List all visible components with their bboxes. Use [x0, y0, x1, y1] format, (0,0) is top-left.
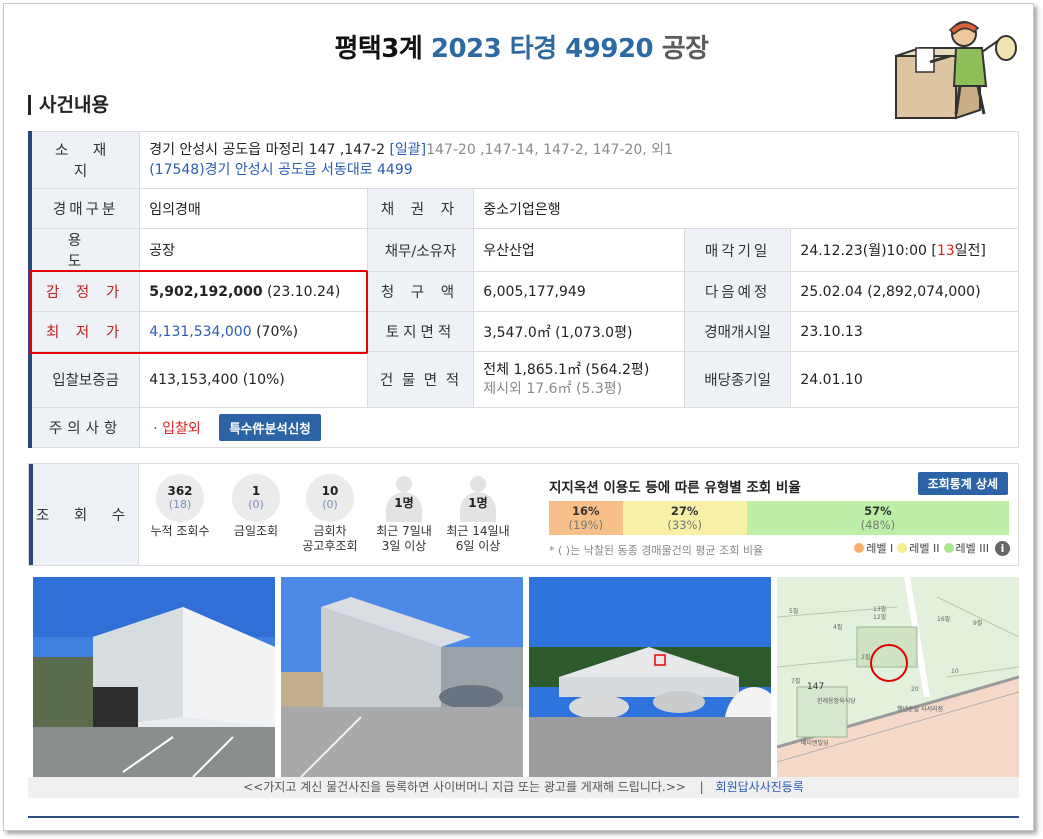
ratio-title: 지지옥션 이용도 등에 따른 유형별 조회 비율 — [549, 480, 801, 496]
next-schedule-value: 25.02.04 (2,892,074,000) — [790, 271, 1019, 312]
start-date-label: 경매개시일 — [683, 311, 792, 352]
map-label: 147 — [807, 682, 824, 692]
photo-upload-notice: <<가지고 계신 물건사진을 등록하면 사이버머니 지급 또는 광고를 게재해 … — [243, 780, 686, 794]
map-label: 12필 — [873, 614, 886, 621]
section-title: 사건내용 — [28, 95, 109, 115]
sale-date-label: 매각기일 — [683, 228, 792, 272]
minimum-price-label: 최 저 가 — [28, 311, 141, 352]
appraisal-label: 감 정 가 — [28, 271, 141, 312]
map-label: 2필 — [861, 654, 870, 661]
ratio-bars: 16% (19%) 27% (33%) 57% (48%) — [549, 501, 1009, 535]
views-panel: 조 회 수 362 (18) 누적 조회수 1 (0) 금일조회 10 (0) 금회차… — [28, 463, 1019, 566]
creditor-value: 중소기업은행 — [473, 188, 1019, 229]
view-ratio-panel: 지지옥션 이용도 등에 따른 유형별 조회 비율 조회통계 상세 16% (19%… — [537, 464, 1018, 565]
separator: | — [699, 780, 704, 794]
address-road: (17548)경기 안성시 공도읍 서동대로 4499 — [149, 162, 413, 178]
creditor-label: 채 권 자 — [366, 188, 475, 229]
legend-level1: 레벨 I — [854, 540, 893, 556]
legend-level2: 레벨 II — [897, 540, 940, 556]
photo-2[interactable] — [281, 577, 523, 777]
person-icon: 1명 — [380, 474, 428, 522]
sale-date-value: 24.12.23(월)10:00 [13일전] — [790, 228, 1019, 272]
bottom-divider — [28, 816, 1019, 818]
usage-label: 용 도 — [28, 228, 141, 272]
views-this-round: 10 (0) 금회차 공고후조회 — [293, 474, 367, 554]
property-photos: 147 7필 2필 5필 4필 9필 16필 10 20 메이앤빌딩 한레옹정육… — [33, 577, 1019, 777]
building-area-label: 건 물 면 적 — [366, 351, 475, 408]
map-label: 9필 — [973, 620, 982, 627]
map-label: 7필 — [791, 678, 800, 685]
map-label: 메이앤빌딩 — [801, 739, 829, 747]
views-label: 조 회 수 — [29, 464, 139, 565]
usage-value: 공장 — [139, 228, 368, 272]
land-area-value: 3,547.0㎡ (1,073.0평) — [473, 311, 685, 352]
map-label: 13필 — [873, 606, 886, 613]
ratio-bar-level1: 16% (19%) — [549, 501, 623, 535]
map-label: 16필 — [937, 616, 950, 623]
photo-3[interactable] — [529, 577, 771, 777]
case-number: 2023 타경 49920 — [430, 34, 654, 64]
deposit-value: 413,153,400 (10%) — [139, 351, 368, 408]
map-label: 4필 — [833, 624, 842, 631]
views-recent-14days: 1명 최근 14일내 6일 이상 — [441, 474, 515, 554]
map-label: 한레옹정육식당 — [817, 697, 856, 705]
claim-value: 6,005,177,949 — [473, 271, 685, 312]
land-area-label: 토지면적 — [366, 311, 475, 352]
start-date-value: 23.10.13 — [790, 311, 1019, 352]
address-value: 경기 안성시 공도읍 마정리 147 ,147-2 [일괄]147-20 ,14… — [139, 131, 1019, 189]
map-label: 20 — [911, 686, 919, 693]
dividend-date-label: 배당종기일 — [683, 351, 792, 408]
view-stats-detail-button[interactable]: 조회통계 상세 — [917, 472, 1008, 495]
deposit-label: 입찰보증금 — [28, 351, 141, 408]
map-label: 10 — [951, 668, 959, 675]
ratio-bar-level3: 57% (48%) — [746, 501, 1009, 535]
views-recent-7days: 1명 최근 7일내 3일 이상 — [367, 474, 441, 554]
court-name: 평택3계 — [334, 34, 423, 64]
debtor-label: 채무/소유자 — [366, 228, 475, 272]
special-analysis-button[interactable]: 특수件분석신청 — [219, 414, 321, 441]
address-bulk-list: 147-20 ,147-14, 147-2, 147-20, 외1 — [426, 142, 673, 158]
map-label: 행년순실 사서리점 — [897, 705, 943, 713]
next-schedule-label: 다음예정 — [683, 271, 792, 312]
property-category: 공장 — [661, 34, 709, 64]
address-label: 소 재 지 — [28, 131, 141, 189]
ratio-note: * ( )는 낙찰된 동종 경매물건의 평균 조회 비율 — [549, 544, 764, 557]
photo-caption-bar: <<가지고 계신 물건사진을 등록하면 사이버머니 지급 또는 광고를 게재해 … — [28, 777, 1019, 798]
notes-item: · 입찰외 — [153, 421, 201, 437]
days-remaining: 13 — [936, 243, 955, 259]
mascot-illustration — [895, 21, 1017, 120]
auction-type-value: 임의경매 — [139, 188, 368, 229]
views-today: 1 (0) 금일조회 — [219, 474, 293, 539]
case-info-table: 소 재 지 경기 안성시 공도읍 마정리 147 ,147-2 [일괄]147-… — [28, 131, 1019, 448]
legend-level3: 레벨 III — [943, 540, 989, 556]
views-cumulative: 362 (18) 누적 조회수 — [143, 474, 217, 539]
dividend-date-value: 24.01.10 — [790, 351, 1019, 408]
appraisal-value: 5,902,192,000 (23.10.24) — [139, 271, 368, 312]
address-bulk-link[interactable]: [일괄] — [389, 142, 426, 158]
page-title: 평택3계 2023 타경 49920 공장 — [0, 28, 1043, 65]
photo-1[interactable] — [33, 577, 275, 777]
notes-label: 주의사항 — [28, 407, 141, 448]
map-label: 5필 — [789, 608, 798, 615]
person-icon: 1명 — [454, 474, 502, 522]
address-line1: 경기 안성시 공도읍 마정리 147 ,147-2 — [149, 142, 385, 158]
auction-type-label: 경매구분 — [28, 188, 141, 229]
member-photo-register-link[interactable]: 회원답사사진등록 — [716, 780, 804, 794]
notes-value: · 입찰외 특수件분석신청 — [139, 407, 1019, 448]
info-icon[interactable]: i — [995, 540, 1010, 556]
minimum-price-value: 4,131,534,000 (70%) — [139, 311, 368, 352]
building-area-value: 전체 1,865.1㎡ (564.2평) 제시외 17.6㎡ (5.3평) — [473, 351, 685, 408]
ratio-bar-level2: 27% (33%) — [622, 501, 747, 535]
ratio-legend: 레벨 I 레벨 II 레벨 III i — [854, 540, 1010, 556]
site-map[interactable]: 147 7필 2필 5필 4필 9필 16필 10 20 메이앤빌딩 한레옹정육… — [777, 577, 1019, 777]
claim-label: 청 구 액 — [366, 271, 475, 312]
debtor-value: 우산산업 — [473, 228, 685, 272]
